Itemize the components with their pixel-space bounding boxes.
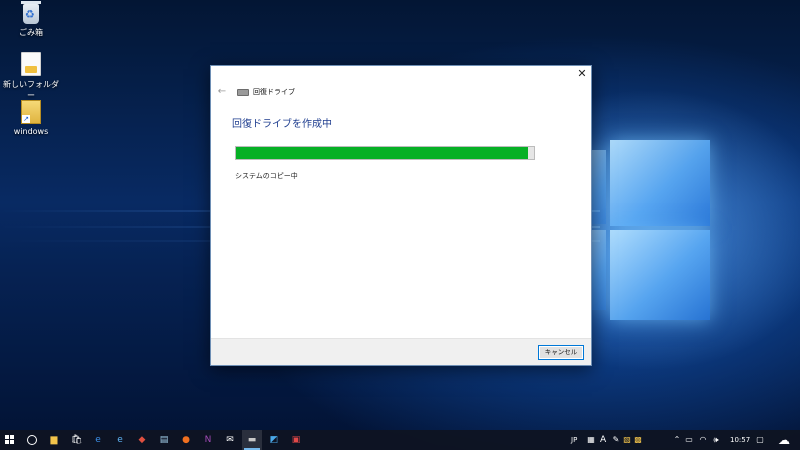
volume-icon[interactable]: 🕪: [711, 435, 721, 445]
windows-logo-pane: [590, 150, 606, 224]
desktop-icon-new-folder[interactable]: 新しいフォルダー: [0, 52, 62, 101]
firefox-icon: ●: [182, 435, 190, 445]
ime-options-icon[interactable]: ▩: [633, 435, 643, 445]
taskbar: ▆ 🛍 e e ◆ ▤ ● N ✉ ▬ ◩ ▣ JP ▦ A ✎ ▧ ▩ ⌃ ▭ ◠ 🕪 10:57 …: [0, 430, 800, 450]
recovery-drive-icon: ▬: [247, 435, 257, 445]
store-icon: 🛍: [71, 435, 83, 445]
desktop-icon-windows[interactable]: windows: [0, 100, 62, 136]
taskbar-app-button[interactable]: e: [88, 430, 108, 450]
ime-tools-icon[interactable]: ✎: [611, 435, 621, 445]
desktop-icon-label: 新しいフォルダー: [3, 80, 59, 100]
taskbar-app-button[interactable]: 🛍: [66, 430, 86, 450]
taskbar-app-button[interactable]: ▤: [154, 430, 174, 450]
file-explorer-icon: ▆: [50, 435, 58, 445]
windows-start-icon: [5, 435, 15, 445]
ime-dictionary-icon[interactable]: ▧: [622, 435, 632, 445]
taskbar-app-button[interactable]: ▣: [286, 430, 306, 450]
windows-logo-pane: [610, 230, 710, 320]
app-red-icon: ▣: [291, 435, 301, 445]
recovery-drive-dialog: ✕ ← 回復ドライブ 回復ドライブを作成中 システムのコピー中 キャンセル: [210, 65, 592, 366]
taskbar-app-button[interactable]: ●: [176, 430, 196, 450]
taskbar-app-button[interactable]: N: [198, 430, 218, 450]
taskbar-app-button[interactable]: ▆: [44, 430, 64, 450]
windows-logo-pane: [610, 140, 710, 226]
progress-bar: [235, 146, 535, 160]
ime-pad-icon[interactable]: ▦: [586, 435, 596, 445]
battery-icon[interactable]: ▭: [684, 435, 694, 445]
close-button[interactable]: ✕: [573, 66, 591, 82]
windows-logo-pane: [590, 230, 606, 310]
taskbar-app-button[interactable]: e: [110, 430, 130, 450]
desktop-icon-recycle-bin[interactable]: ごみ箱: [0, 1, 62, 38]
edge-icon: e: [95, 435, 101, 445]
dialog-nav-row: ← 回復ドライブ: [215, 84, 295, 100]
paint-icon: ◆: [138, 435, 146, 445]
status-text: システムのコピー中: [235, 172, 298, 180]
folder-document-icon: [21, 52, 41, 76]
show-hidden-icons-chevron-up-icon[interactable]: ⌃: [672, 435, 682, 445]
taskbar-app-button[interactable]: ◆: [132, 430, 152, 450]
ime-mode-indicator[interactable]: A: [600, 430, 606, 450]
desktop-icon-label: ごみ箱: [19, 28, 43, 37]
cloud-icon[interactable]: ☁: [775, 434, 793, 446]
taskbar-app-button[interactable]: ✉: [220, 430, 240, 450]
onenote-icon: N: [204, 435, 212, 445]
cancel-button[interactable]: キャンセル: [538, 345, 584, 360]
shortcut-file-icon: [21, 100, 41, 124]
desktop-icon-label: windows: [13, 127, 49, 136]
page-heading: 回復ドライブを作成中: [232, 119, 332, 130]
desktop: ごみ箱 新しいフォルダー windows ✕ ← 回復ドライブ 回復ドライブを作…: [0, 0, 800, 450]
taskbar-app-button[interactable]: ◩: [264, 430, 284, 450]
start-button[interactable]: [0, 430, 20, 450]
back-arrow-icon[interactable]: ←: [215, 85, 229, 99]
wifi-icon[interactable]: ◠: [698, 435, 708, 445]
cortana-button[interactable]: [22, 430, 42, 450]
progress-bar-fill: [236, 147, 529, 159]
control-panel-icon: ◩: [269, 435, 279, 445]
drive-icon: [237, 88, 249, 96]
recycle-bin-icon: [21, 1, 41, 24]
internet-explorer-icon: e: [117, 435, 123, 445]
dialog-footer: キャンセル: [211, 338, 591, 365]
cortana-icon: [27, 435, 37, 445]
clock-time[interactable]: 10:57: [730, 430, 750, 450]
mail-icon: ✉: [226, 435, 234, 445]
notepad-icon: ▤: [159, 435, 169, 445]
ime-language-indicator[interactable]: JP: [571, 430, 577, 450]
taskbar-app-button[interactable]: ▬: [242, 430, 262, 450]
dialog-title: 回復ドライブ: [253, 88, 295, 96]
action-center-icon[interactable]: ▢: [755, 435, 765, 445]
